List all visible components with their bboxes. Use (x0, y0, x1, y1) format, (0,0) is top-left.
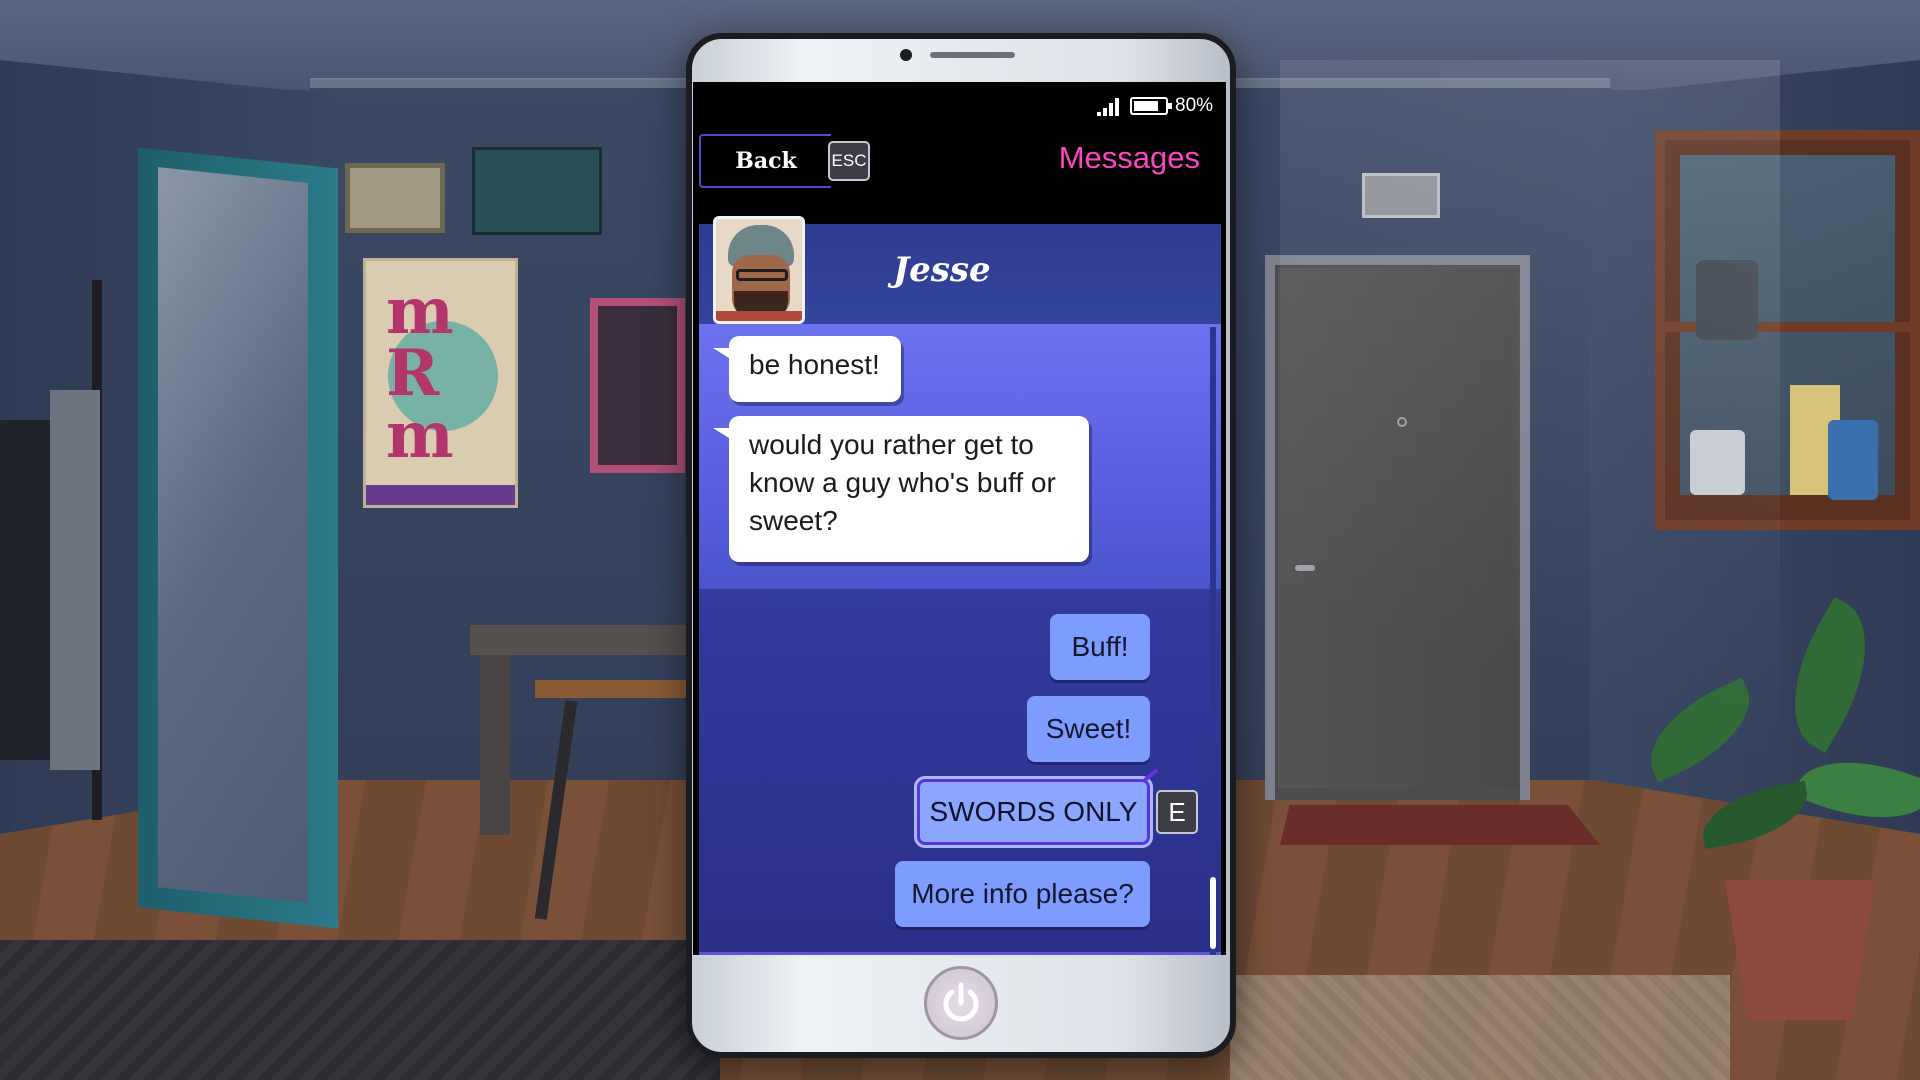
reply-option-sweet[interactable]: Sweet! (1027, 696, 1150, 762)
avatar-glasses (736, 269, 788, 281)
incoming-message: would you rather get to know a guy who's… (713, 416, 1089, 562)
power-icon (943, 982, 979, 1022)
mirror-glass (158, 167, 308, 903)
incoming-message: be honest! (713, 336, 901, 402)
striped-rug (0, 940, 720, 1080)
desk (470, 625, 690, 655)
poster-artwork: mRm (386, 274, 454, 473)
desk-leg (480, 655, 510, 835)
wall-painting (472, 147, 602, 235)
wall-shelf (590, 298, 685, 473)
wall-poster: mRm (363, 258, 518, 508)
chat-window: be honest! would you rather get to know … (693, 82, 1226, 955)
contact-avatar (713, 216, 805, 324)
clothes-rack (0, 280, 110, 820)
side-table (535, 680, 695, 698)
power-button[interactable] (924, 966, 998, 1040)
light-beam (1280, 60, 1780, 1080)
e-key-hint: E (1156, 790, 1198, 834)
phone-camera (900, 49, 912, 61)
chat-scrollbar-thumb[interactable] (1210, 877, 1216, 949)
poster-stripe (366, 485, 515, 505)
phone-speaker (930, 52, 1015, 58)
avatar-shirt (716, 311, 802, 321)
reply-option-more-info[interactable]: More info please? (895, 861, 1150, 927)
reply-option-swords-only[interactable]: SWORDS ONLY (917, 779, 1150, 845)
cabinet-mug (1828, 420, 1878, 500)
hanging-shirt (50, 390, 100, 770)
wall-frame (345, 163, 445, 233)
reply-option-buff[interactable]: Buff! (1050, 614, 1150, 680)
chat-scrollbar-track[interactable] (1210, 327, 1216, 955)
